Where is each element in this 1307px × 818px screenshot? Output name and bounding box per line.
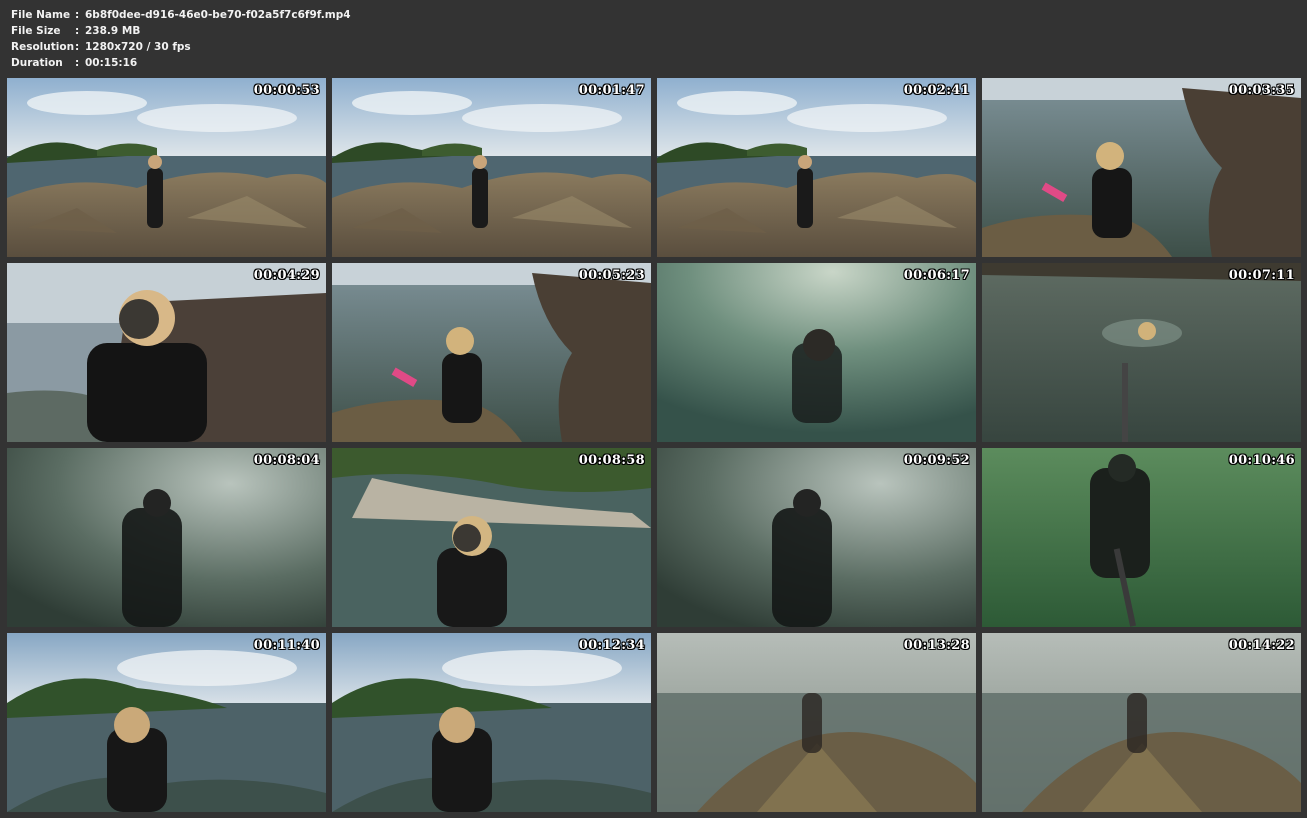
thumbnail-image — [7, 633, 326, 812]
duration-label: Duration — [11, 57, 63, 69]
thumbnail-grid: 00:00:53 00:01:47 00:02:41 00:03:35 00:0… — [7, 78, 1301, 812]
video-thumbnail[interactable]: 00:12:34 — [332, 633, 651, 812]
thumbnail-image — [332, 263, 651, 442]
thumbnail-image — [982, 448, 1301, 627]
thumbnail-timestamp: 00:14:22 — [1228, 638, 1295, 653]
thumbnail-timestamp: 00:10:46 — [1228, 453, 1295, 468]
thumbnail-timestamp: 00:07:11 — [1228, 268, 1295, 283]
thumbnail-timestamp: 00:03:35 — [1228, 83, 1295, 98]
thumbnail-timestamp: 00:06:17 — [903, 268, 970, 283]
thumbnail-image — [332, 633, 651, 812]
video-thumbnail[interactable]: 00:01:47 — [332, 78, 651, 257]
thumbnail-image — [657, 633, 976, 812]
video-thumbnail[interactable]: 00:08:58 — [332, 448, 651, 627]
file-size-row: File Size : 238.9 MB — [11, 23, 351, 39]
file-name-value: 6b8f0dee-d916-46e0-be70-f02a5f7c6f9f.mp4 — [85, 9, 351, 21]
thumbnail-image — [332, 78, 651, 257]
separator: : — [75, 25, 80, 37]
thumbnail-image — [982, 78, 1301, 257]
file-info-panel: File Name : 6b8f0dee-d916-46e0-be70-f02a… — [11, 7, 351, 71]
thumbnail-timestamp: 00:11:40 — [253, 638, 320, 653]
thumbnail-image — [982, 633, 1301, 812]
resolution-row: Resolution : 1280x720 / 30 fps — [11, 39, 351, 55]
file-size-value: 238.9 MB — [85, 25, 141, 37]
file-size-label: File Size — [11, 25, 61, 37]
thumbnail-timestamp: 00:05:23 — [578, 268, 645, 283]
thumbnail-timestamp: 00:08:58 — [578, 453, 645, 468]
video-thumbnail[interactable]: 00:11:40 — [7, 633, 326, 812]
thumbnail-image — [332, 448, 651, 627]
video-thumbnail[interactable]: 00:09:52 — [657, 448, 976, 627]
video-thumbnail[interactable]: 00:03:35 — [982, 78, 1301, 257]
video-thumbnail[interactable]: 00:00:53 — [7, 78, 326, 257]
video-thumbnail[interactable]: 00:14:22 — [982, 633, 1301, 812]
video-thumbnail[interactable]: 00:02:41 — [657, 78, 976, 257]
resolution-value: 1280x720 / 30 fps — [85, 41, 191, 53]
file-name-label: File Name — [11, 9, 71, 21]
video-thumbnail[interactable]: 00:06:17 — [657, 263, 976, 442]
thumbnail-image — [7, 78, 326, 257]
thumbnail-timestamp: 00:08:04 — [253, 453, 320, 468]
thumbnail-image — [657, 78, 976, 257]
video-thumbnail[interactable]: 00:07:11 — [982, 263, 1301, 442]
video-thumbnail[interactable]: 00:13:28 — [657, 633, 976, 812]
thumbnail-image — [657, 263, 976, 442]
thumbnail-image — [982, 263, 1301, 442]
video-thumbnail[interactable]: 00:04:29 — [7, 263, 326, 442]
thumbnail-timestamp: 00:09:52 — [903, 453, 970, 468]
thumbnail-timestamp: 00:04:29 — [253, 268, 320, 283]
duration-value: 00:15:16 — [85, 57, 138, 69]
thumbnail-timestamp: 00:01:47 — [578, 83, 645, 98]
video-thumbnail[interactable]: 00:08:04 — [7, 448, 326, 627]
thumbnail-image — [657, 448, 976, 627]
file-name-row: File Name : 6b8f0dee-d916-46e0-be70-f02a… — [11, 7, 351, 23]
separator: : — [75, 57, 80, 69]
duration-row: Duration : 00:15:16 — [11, 55, 351, 71]
thumbnail-timestamp: 00:00:53 — [253, 83, 320, 98]
thumbnail-timestamp: 00:12:34 — [578, 638, 645, 653]
separator: : — [75, 41, 80, 53]
thumbnail-timestamp: 00:02:41 — [903, 83, 970, 98]
thumbnail-timestamp: 00:13:28 — [903, 638, 970, 653]
video-thumbnail[interactable]: 00:10:46 — [982, 448, 1301, 627]
resolution-label: Resolution — [11, 41, 75, 53]
video-thumbnail[interactable]: 00:05:23 — [332, 263, 651, 442]
separator: : — [75, 9, 80, 21]
thumbnail-image — [7, 263, 326, 442]
thumbnail-image — [7, 448, 326, 627]
